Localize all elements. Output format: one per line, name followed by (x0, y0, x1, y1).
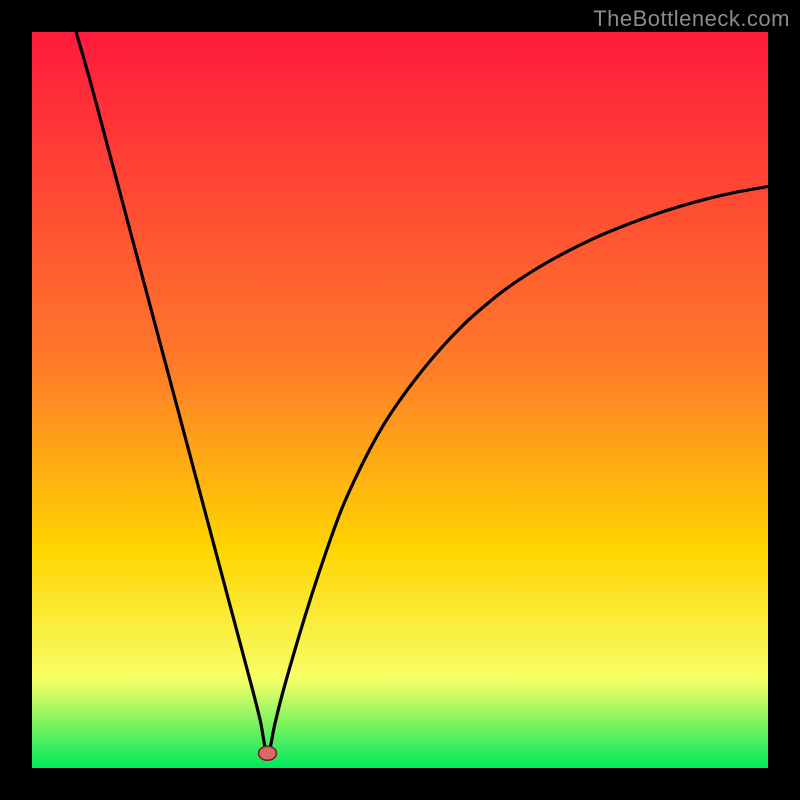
minimum-marker (259, 746, 277, 760)
bottleneck-chart (32, 32, 768, 768)
watermark-text: TheBottleneck.com (593, 6, 790, 32)
chart-frame (32, 32, 768, 768)
